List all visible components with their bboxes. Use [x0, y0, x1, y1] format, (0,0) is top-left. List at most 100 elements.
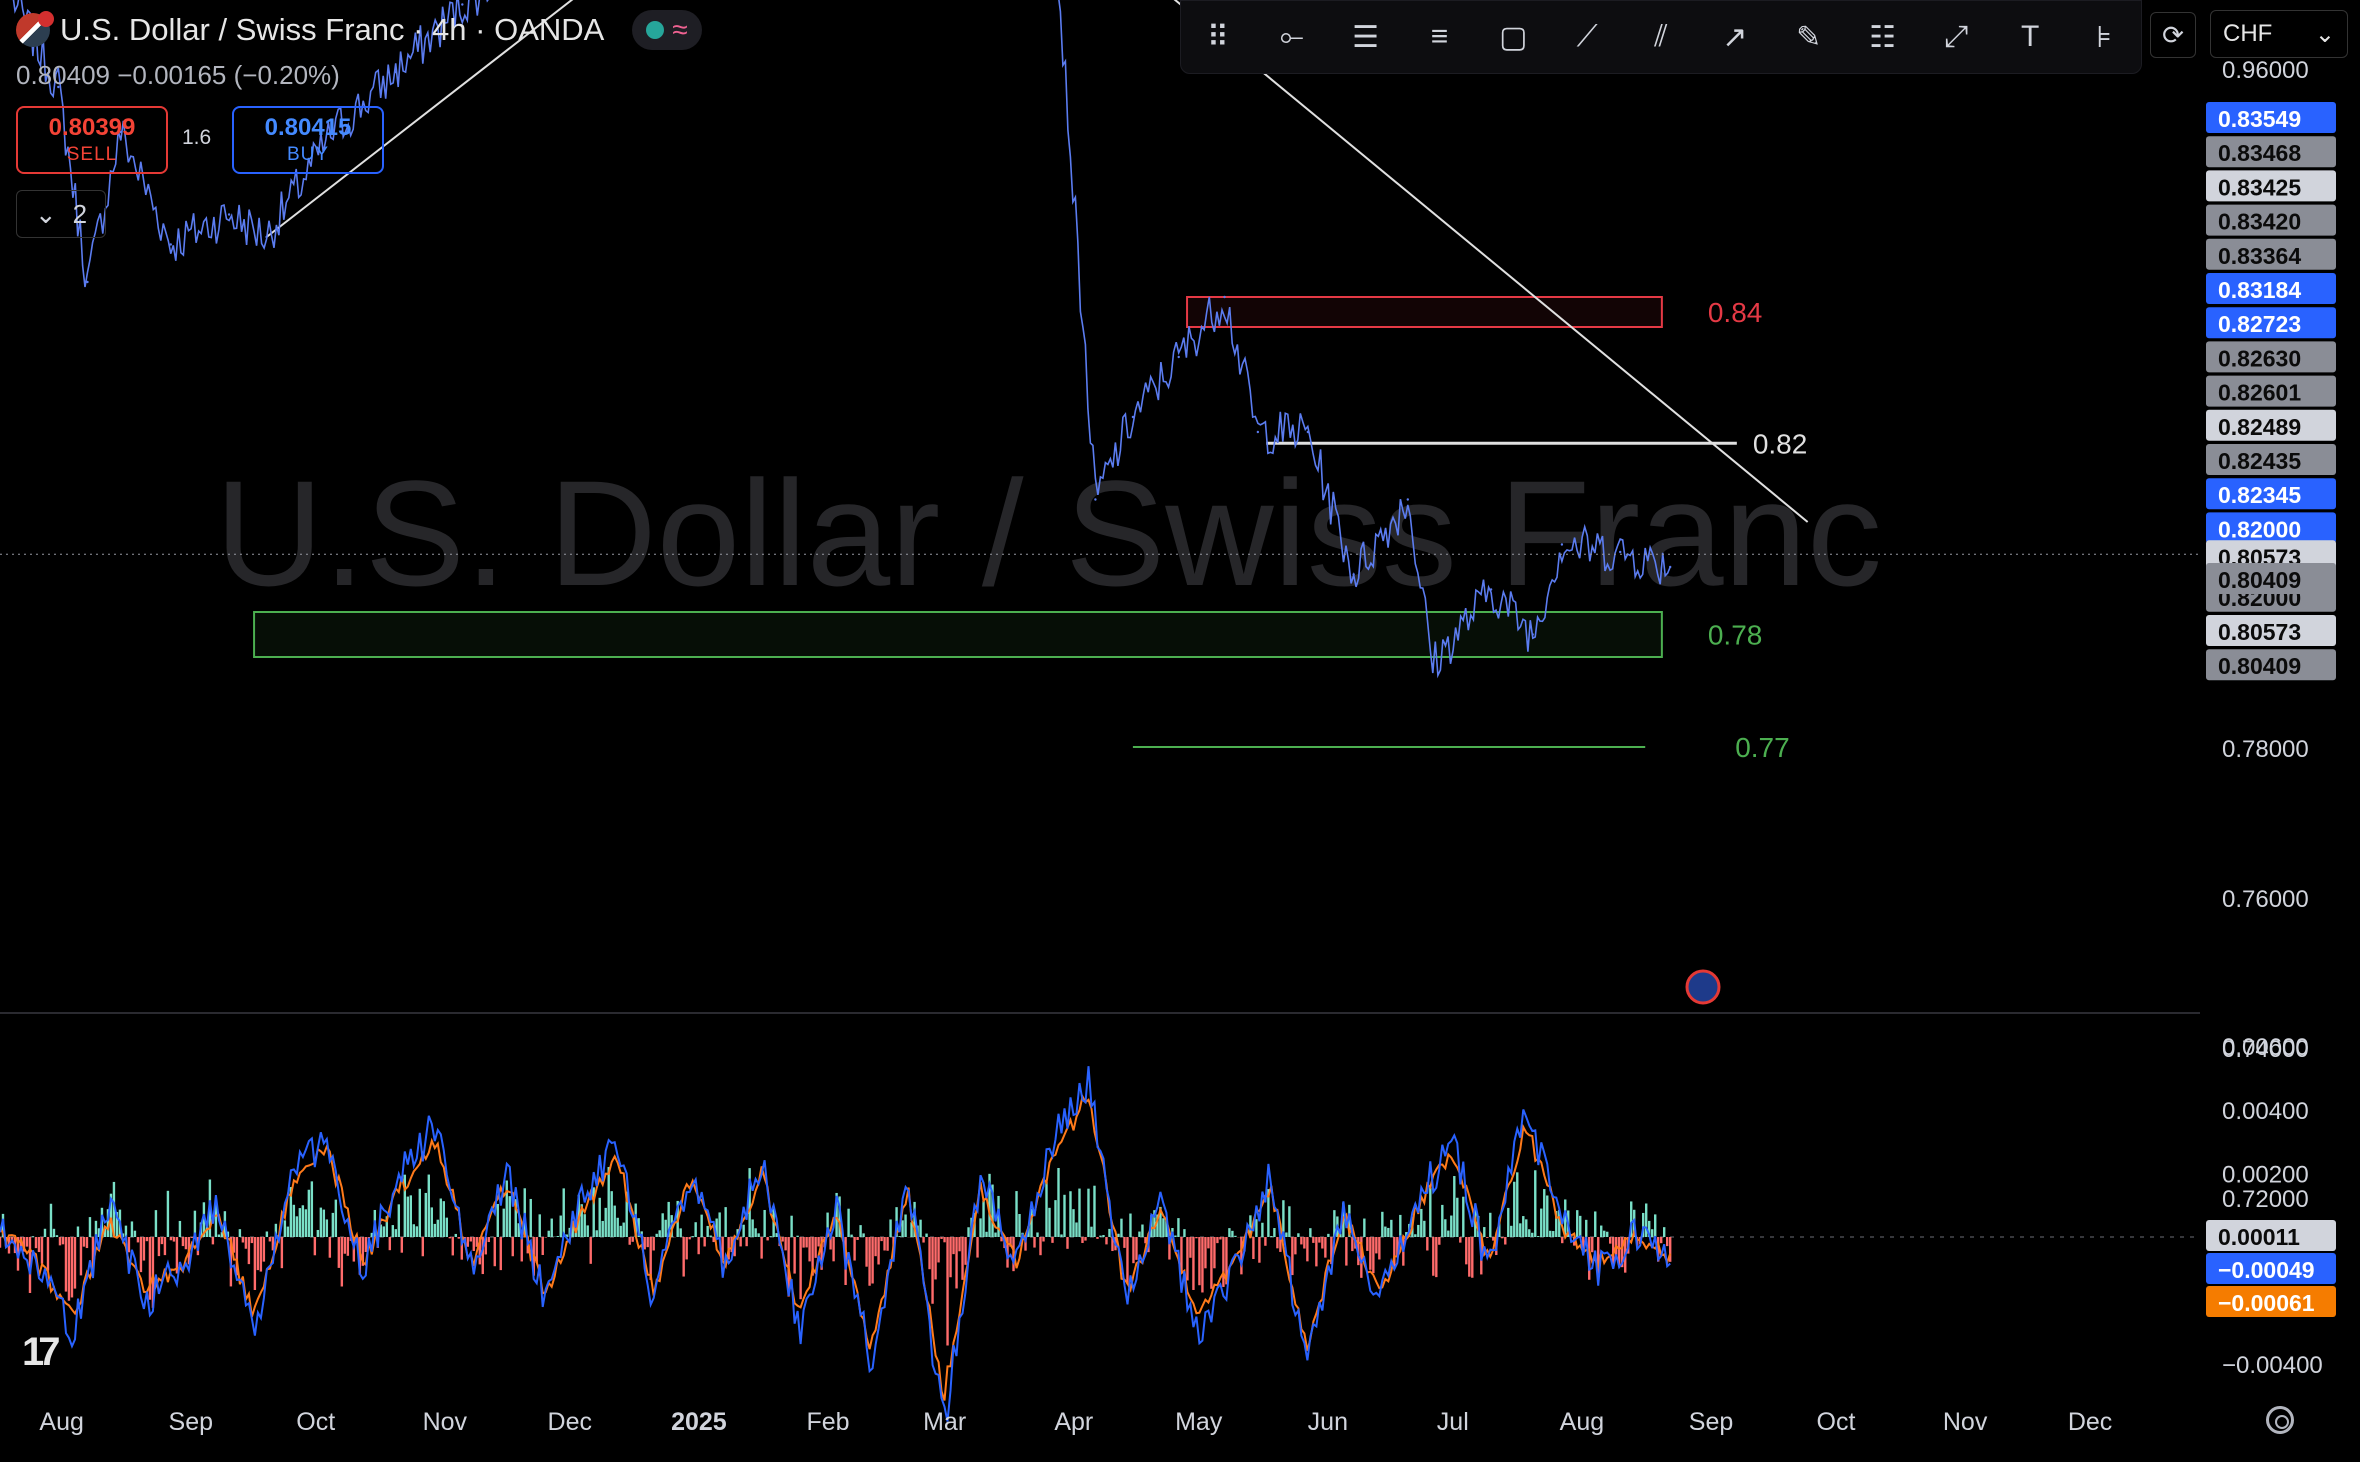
- trend-line-icon[interactable]: ⟋: [1561, 11, 1613, 63]
- indicators-collapse-button[interactable]: ⌄ 2: [16, 190, 106, 238]
- hist-bar: [952, 1237, 955, 1255]
- hist-bar: [238, 1229, 242, 1237]
- hist-bar: [307, 1189, 311, 1237]
- hist-bar: [31, 1236, 35, 1237]
- hist-bar: [292, 1204, 296, 1237]
- drawing-toolbar: ⠿ ⟜ ☰ ≡ ▢ ⟋ ⫽ ↗ ✎ ☷ ⤢ T ⊧: [1180, 0, 2142, 74]
- tradingview-logo-icon[interactable]: 17: [22, 1330, 60, 1375]
- sync-icon[interactable]: ⟳: [2150, 12, 2196, 58]
- hist-bar: [1195, 1237, 1198, 1239]
- hist-bar: [1594, 1211, 1597, 1237]
- hist-bar: [1138, 1231, 1141, 1237]
- hist-bar: [1606, 1231, 1609, 1237]
- hist-bar: [1096, 1237, 1099, 1239]
- hist-bar: [400, 1237, 404, 1253]
- hist-bar: [1045, 1182, 1048, 1237]
- sell-label: SELL: [66, 144, 118, 165]
- x-tick-16: Dec: [2068, 1408, 2112, 1436]
- price-badge-label-8: 0.82601: [2218, 380, 2301, 406]
- hist-bar: [79, 1237, 83, 1276]
- hist-bar: [1351, 1237, 1354, 1252]
- y-tick-1: 0.78000: [2222, 736, 2309, 763]
- currency-label: CHF: [2223, 20, 2273, 47]
- drag-handle-icon[interactable]: ⠿: [1192, 11, 1244, 63]
- hist-bar: [796, 1235, 799, 1237]
- long-position-icon[interactable]: ⊧: [2078, 11, 2130, 63]
- hist-bar: [415, 1226, 419, 1237]
- hist-bar: [790, 1215, 793, 1237]
- hist-bar: [310, 1181, 314, 1237]
- hist-bar: [1414, 1234, 1417, 1237]
- parallel-lines-icon[interactable]: ≡: [1413, 11, 1465, 63]
- path-icon[interactable]: ⤢: [1930, 11, 1982, 63]
- hist-bar: [442, 1201, 445, 1237]
- hist-bar: [529, 1198, 532, 1237]
- hist-bar: [655, 1233, 658, 1237]
- hist-bar: [763, 1209, 766, 1237]
- hist-bar: [1051, 1237, 1054, 1243]
- hist-bar: [1315, 1237, 1318, 1267]
- arrow-icon[interactable]: ↗: [1709, 11, 1761, 63]
- hist-bar: [217, 1234, 221, 1237]
- price-point-34: [1560, 543, 1564, 546]
- currency-select[interactable]: CHF ⌄: [2210, 10, 2348, 58]
- hist-bar: [1126, 1237, 1129, 1285]
- price-point-26: [1223, 295, 1226, 299]
- hist-bar: [703, 1237, 706, 1247]
- hist-bar: [541, 1237, 544, 1255]
- fib-retracement-icon[interactable]: ☰: [1340, 11, 1392, 63]
- symbol-title[interactable]: U.S. Dollar / Swiss Franc · 4h · OANDA: [60, 12, 604, 48]
- hist-bar: [1609, 1237, 1612, 1244]
- x-tick-4: Dec: [548, 1408, 592, 1436]
- x-tick-3: Nov: [423, 1408, 468, 1436]
- text-icon[interactable]: T: [2004, 11, 2056, 63]
- hist-bar: [802, 1237, 805, 1248]
- horizontal-ray-icon[interactable]: ⟜: [1266, 11, 1318, 63]
- price-point-36: [1668, 565, 1672, 569]
- usd-chf-flag-icon: [16, 11, 54, 47]
- hist-bar: [52, 1228, 56, 1237]
- gear-icon[interactable]: [2266, 1406, 2294, 1434]
- hist-bar: [469, 1237, 472, 1242]
- hist-bar: [1081, 1237, 1084, 1243]
- hist-bar: [1306, 1237, 1309, 1262]
- hist-bar: [160, 1237, 164, 1245]
- hist-bar: [472, 1237, 475, 1251]
- grid-lines-icon[interactable]: ☷: [1857, 11, 1909, 63]
- hist-bar: [1072, 1209, 1075, 1237]
- hist-bar: [388, 1237, 392, 1251]
- price-badge-label-1: 0.83468: [2218, 140, 2301, 166]
- hist-bar: [259, 1237, 263, 1272]
- price-badge-label-4: 0.83364: [2218, 243, 2301, 269]
- hist-bar: [412, 1224, 416, 1237]
- hist-bar: [1486, 1237, 1489, 1238]
- buy-button[interactable]: 0.80415 BUY: [232, 106, 384, 174]
- hist-bar: [331, 1212, 335, 1237]
- hist-bar: [538, 1214, 541, 1237]
- hist-bar: [1132, 1237, 1135, 1264]
- brush-icon[interactable]: ✎: [1783, 11, 1835, 63]
- hist-bar: [70, 1237, 74, 1298]
- hist-bar: [967, 1227, 970, 1237]
- hist-bar: [1042, 1237, 1045, 1242]
- hist-bar: [343, 1237, 347, 1254]
- x-tick-12: Aug: [1560, 1408, 1604, 1436]
- rectangle-icon[interactable]: ▢: [1487, 11, 1539, 63]
- hist-bar: [1462, 1196, 1465, 1237]
- chart-canvas[interactable]: U.S. Dollar / Swiss Franc0.910.900.880.8…: [0, 0, 2360, 1462]
- hist-bar: [643, 1237, 646, 1250]
- hist-bar: [40, 1237, 44, 1264]
- channel-icon[interactable]: ⫽: [1635, 11, 1687, 63]
- market-status-pill[interactable]: ≈: [632, 10, 702, 50]
- hist-bar: [1513, 1181, 1516, 1237]
- hist-bar: [1216, 1237, 1219, 1244]
- chevron-down-icon: ⌄: [34, 198, 57, 229]
- price-badge-label-0: 0.83549: [2218, 106, 2301, 132]
- hist-bar: [1576, 1210, 1579, 1237]
- sell-button[interactable]: 0.80399 SELL: [16, 106, 168, 174]
- price-point-9: [461, 3, 464, 6]
- hist-bar: [304, 1209, 308, 1237]
- hist-bar: [1039, 1237, 1042, 1256]
- hist-bar: [1294, 1237, 1297, 1255]
- hist-bar: [616, 1217, 619, 1237]
